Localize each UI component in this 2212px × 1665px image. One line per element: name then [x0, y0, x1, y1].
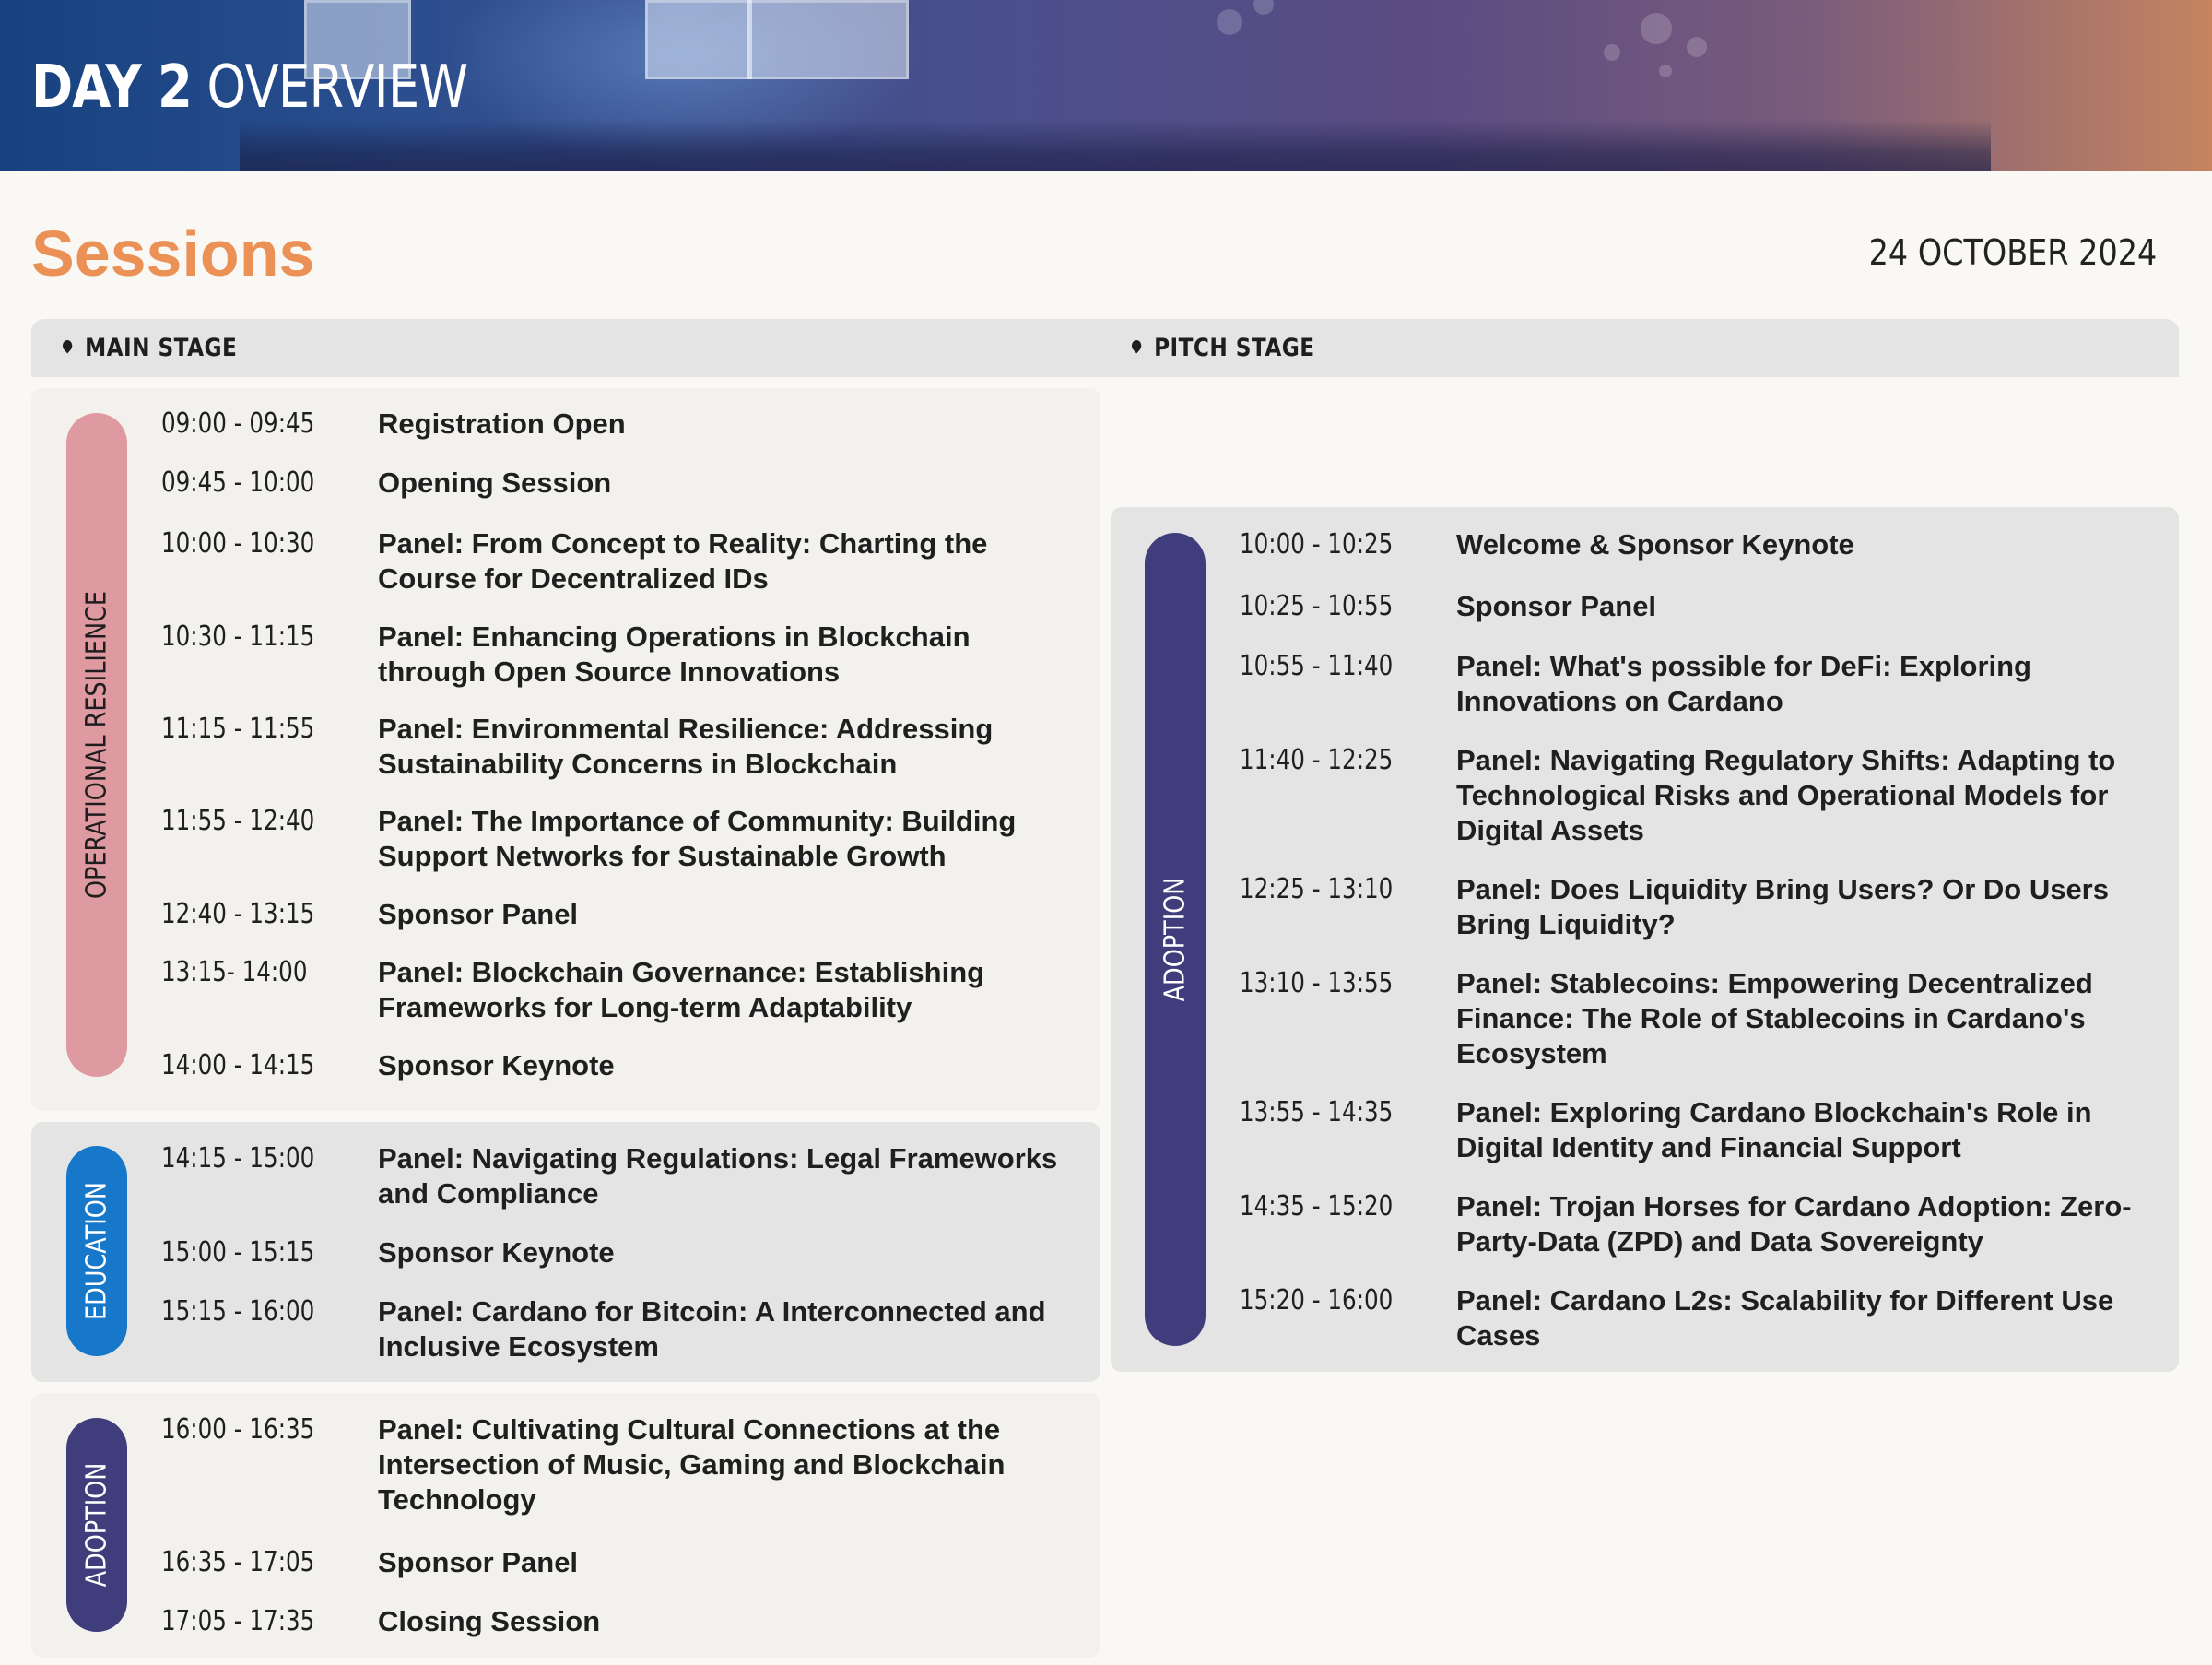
- track-pill-operational-resilience: OPERATIONAL RESILIENCE: [66, 413, 127, 1077]
- session-time: 11:15 - 11:55: [161, 713, 315, 745]
- session-time: 16:00 - 16:35: [161, 1413, 315, 1446]
- track-label: ADOPTION: [80, 1462, 113, 1588]
- session-title: Opening Session: [378, 466, 612, 499]
- event-date: 24 OCTOBER 2024: [1868, 232, 2157, 273]
- session-title: Panel: Environmental Resilience: Address…: [378, 713, 994, 780]
- session-time: 13:55 - 14:35: [1240, 1096, 1394, 1128]
- page-title: DAY 2 OVERVIEW: [31, 53, 468, 122]
- track-pill-education: EDUCATION: [66, 1146, 127, 1356]
- track-label: ADOPTION: [1159, 877, 1192, 1002]
- session-title: Sponsor Keynote: [378, 1236, 615, 1269]
- track-pill-adoption-pitch: ADOPTION: [1145, 533, 1206, 1346]
- session-title: Sponsor Panel: [1456, 590, 1657, 622]
- banner-photo: DAY 2 OVERVIEW: [0, 0, 2212, 171]
- track-label: EDUCATION: [80, 1182, 113, 1320]
- session-title: Panel: Exploring Cardano Blockchain's Ro…: [1456, 1096, 2092, 1163]
- session-title: Closing Session: [378, 1605, 601, 1637]
- session-time: 10:00 - 10:30: [161, 527, 315, 560]
- session-title: Panel: Navigating Regulatory Shifts: Ada…: [1456, 744, 2116, 846]
- session-time: 14:00 - 14:15: [161, 1049, 315, 1081]
- session-title: Sponsor Panel: [378, 1546, 579, 1578]
- session-time: 13:15- 14:00: [161, 956, 308, 988]
- session-title: Panel: Cardano for Bitcoin: A Interconne…: [378, 1295, 1046, 1363]
- session-title: Panel: Cardano L2s: Scalability for Diff…: [1456, 1284, 2114, 1352]
- session-title: Panel: Stablecoins: Empowering Decentral…: [1456, 967, 2093, 1069]
- session-time: 15:15 - 16:00: [161, 1295, 315, 1328]
- session-time: 09:00 - 09:45: [161, 407, 315, 440]
- session-time: 10:55 - 11:40: [1240, 650, 1394, 682]
- session-title: Panel: Cultivating Cultural Connections …: [378, 1413, 1006, 1516]
- session-time: 10:30 - 11:15: [161, 620, 315, 653]
- session-title: Welcome & Sponsor Keynote: [1456, 528, 1854, 561]
- session-title: Sponsor Keynote: [378, 1049, 615, 1081]
- session-time: 09:45 - 10:00: [161, 466, 315, 499]
- session-time: 17:05 - 17:35: [161, 1605, 315, 1637]
- session-time: 11:40 - 12:25: [1240, 744, 1394, 776]
- session-title: Panel: Trojan Horses for Cardano Adoptio…: [1456, 1190, 2132, 1258]
- main-stage-label: MAIN STAGE: [60, 319, 237, 377]
- session-time: 12:40 - 13:15: [161, 898, 315, 930]
- session-title: Panel: The Importance of Community: Buil…: [378, 805, 1017, 872]
- session-title: Panel: Navigating Regulations: Legal Fra…: [378, 1142, 1058, 1210]
- session-title: Panel: Enhancing Operations in Blockchai…: [378, 620, 971, 688]
- session-time: 13:10 - 13:55: [1240, 967, 1394, 999]
- session-time: 14:15 - 15:00: [161, 1142, 315, 1175]
- session-time: 11:55 - 12:40: [161, 805, 315, 837]
- session-time: 10:00 - 10:25: [1240, 528, 1394, 561]
- session-title: Panel: Blockchain Governance: Establishi…: [378, 956, 985, 1023]
- session-time: 14:35 - 15:20: [1240, 1190, 1394, 1222]
- session-time: 16:35 - 17:05: [161, 1546, 315, 1578]
- pitch-stage-label: PITCH STAGE: [1129, 319, 1315, 377]
- location-pin-icon: [60, 337, 75, 353]
- session-time: 15:00 - 15:15: [161, 1236, 315, 1269]
- session-title: Registration Open: [378, 407, 626, 440]
- track-pill-adoption-main: ADOPTION: [66, 1418, 127, 1632]
- session-time: 10:25 - 10:55: [1240, 590, 1394, 622]
- track-label: OPERATIONAL RESILIENCE: [80, 590, 113, 900]
- session-title: Panel: Does Liquidity Bring Users? Or Do…: [1456, 873, 2109, 940]
- session-title: Panel: From Concept to Reality: Charting…: [378, 527, 988, 595]
- session-title: Sponsor Panel: [378, 898, 579, 930]
- location-pin-icon: [1129, 337, 1144, 353]
- sessions-heading: Sessions: [31, 218, 315, 289]
- session-title: Panel: What's possible for DeFi: Explori…: [1456, 650, 2031, 717]
- session-time: 12:25 - 13:10: [1240, 873, 1394, 905]
- session-time: 15:20 - 16:00: [1240, 1284, 1394, 1317]
- stage-header: MAIN STAGE PITCH STAGE: [31, 319, 2179, 377]
